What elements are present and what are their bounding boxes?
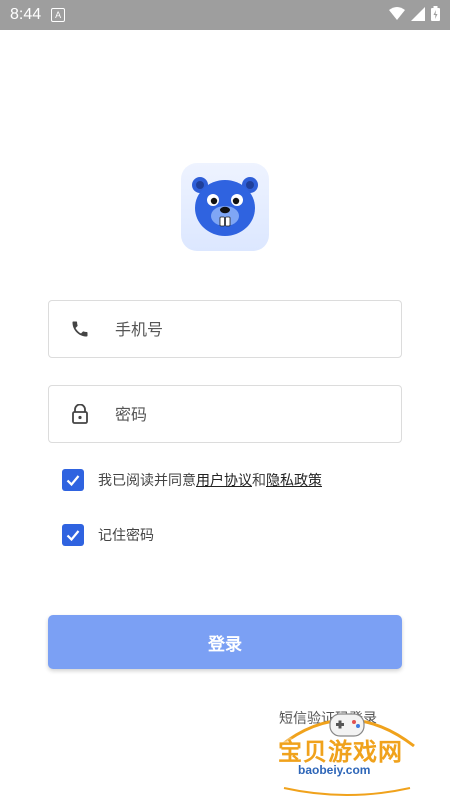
password-input[interactable] — [113, 403, 367, 425]
status-bar: 8:44 A — [0, 0, 450, 30]
user-agreement-link[interactable]: 用户协议 — [196, 470, 252, 490]
remember-password-label: 记住密码 — [98, 528, 154, 544]
login-button[interactable]: 登录 — [48, 615, 402, 669]
and-text: 和 — [252, 473, 266, 489]
agree-prefix-text: 我已阅读并同意 — [98, 473, 196, 489]
app-logo — [181, 163, 269, 251]
watermark: 宝贝游戏网 baobeiy.com — [272, 706, 422, 796]
remember-checkbox[interactable] — [62, 524, 84, 546]
agreement-row: 我已阅读并同意 用户协议 和 隐私政策 — [62, 469, 322, 491]
phone-field-container — [48, 300, 402, 358]
phone-icon — [69, 318, 91, 340]
watermark-url: baobeiy.com — [298, 763, 371, 777]
checkmark-icon — [66, 475, 80, 487]
signal-icon — [411, 6, 425, 25]
privacy-policy-link[interactable]: 隐私政策 — [266, 470, 322, 490]
beaver-mascot-icon — [190, 172, 260, 242]
wifi-icon — [389, 6, 405, 25]
password-field-container — [48, 385, 402, 443]
battery-icon — [431, 5, 440, 25]
checkmark-icon — [66, 530, 80, 542]
notification-icon: A — [51, 8, 66, 22]
remember-row: 记住密码 — [62, 524, 154, 546]
status-time: 8:44 — [10, 6, 42, 23]
watermark-text: 宝贝游戏网 — [278, 738, 403, 766]
agree-checkbox[interactable] — [62, 469, 84, 491]
lock-icon — [69, 403, 91, 425]
status-icons — [389, 5, 440, 25]
phone-input[interactable] — [113, 318, 367, 340]
